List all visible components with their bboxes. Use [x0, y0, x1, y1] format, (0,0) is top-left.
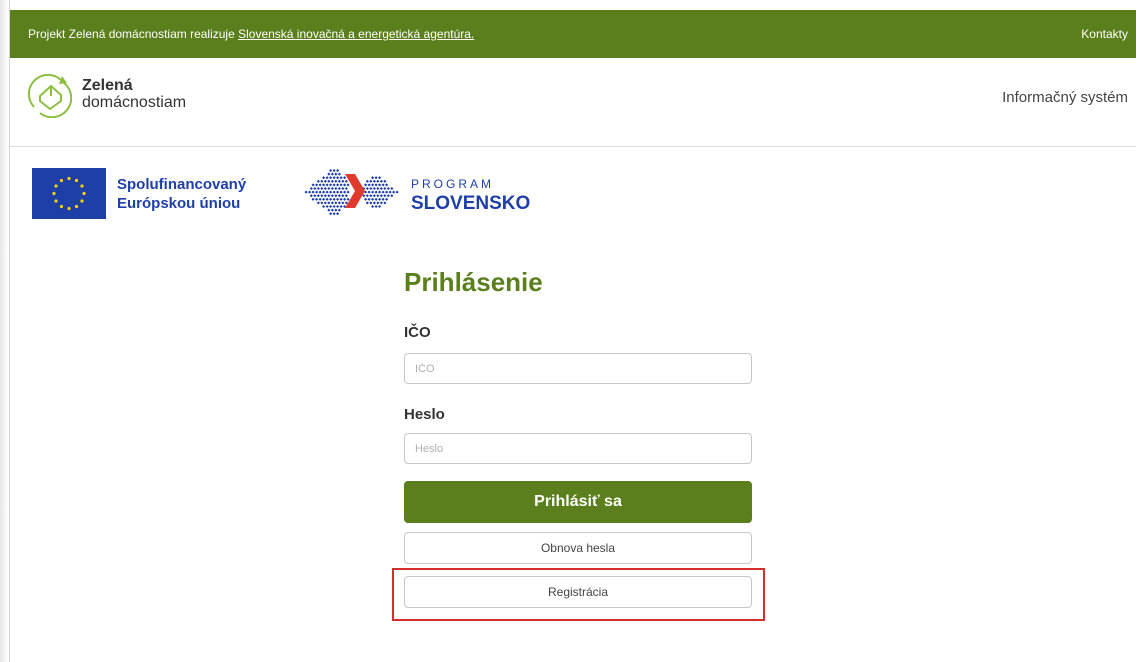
- login-title: Prihlásenie: [404, 267, 543, 297]
- page-edge-shadow: [0, 0, 9, 662]
- house-leaf-logo-icon: [26, 70, 72, 118]
- register-highlight-box: [392, 568, 765, 621]
- ico-label: IČO: [404, 324, 431, 341]
- program-text-line-2: SLOVENSKO: [411, 192, 531, 214]
- program-slovensko-logo: PROGRAM SLOVENSKO: [303, 164, 530, 223]
- ico-input[interactable]: [404, 353, 752, 384]
- eu-text-line-1: Spolufinancovaný: [117, 175, 247, 193]
- password-input[interactable]: [404, 433, 752, 464]
- password-reset-button[interactable]: Obnova hesla: [404, 532, 752, 564]
- brand-name: Zelená domácnostiam: [82, 77, 186, 111]
- program-text-line-1: PROGRAM: [411, 176, 495, 191]
- program-text: PROGRAM SLOVENSKO: [411, 174, 530, 214]
- brand-line-1: Zelená: [82, 77, 133, 94]
- system-name: Informačný systém: [1002, 89, 1128, 106]
- password-label: Heslo: [404, 406, 445, 423]
- eu-funding-text: Spolufinancovaný Európskou úniou: [117, 175, 246, 213]
- topbar-message: Projekt Zelená domácnostiam realizuje Sl…: [28, 27, 474, 41]
- brand-line-2: domácnostiam: [82, 94, 187, 111]
- program-slovensko-logo-icon: [303, 164, 403, 223]
- topbar-message-text: Projekt Zelená domácnostiam realizuje: [28, 27, 239, 41]
- contacts-link[interactable]: Kontakty: [1081, 27, 1128, 41]
- eu-funding-logo: Spolufinancovaný Európskou úniou: [32, 168, 246, 219]
- site-header: Zelená domácnostiam Informačný systém: [10, 58, 1136, 147]
- login-button[interactable]: Prihlásiť sa: [404, 481, 752, 523]
- top-info-bar: Projekt Zelená domácnostiam realizuje Sl…: [10, 10, 1136, 58]
- agency-link[interactable]: Slovenská inovačná a energetická agentúr…: [238, 27, 474, 41]
- login-form: Prihlásenie IČO Heslo Prihlásiť sa Obnov…: [404, 262, 752, 608]
- eu-flag-icon: [32, 168, 106, 219]
- eu-text-line-2: Európskou úniou: [117, 194, 241, 212]
- brand-logo[interactable]: Zelená domácnostiam: [26, 70, 186, 118]
